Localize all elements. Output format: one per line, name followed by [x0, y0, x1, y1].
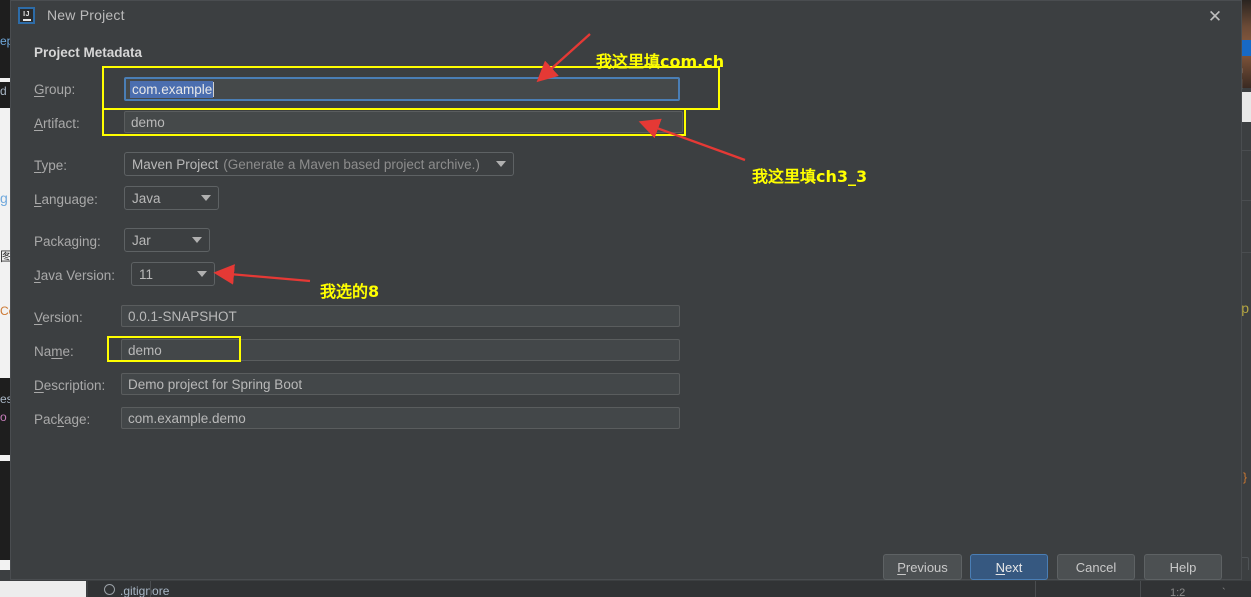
chevron-down-icon	[201, 195, 211, 201]
language-dropdown-value: Java	[132, 190, 161, 206]
next-button-label: ext	[1005, 559, 1023, 575]
packaging-label-pre: Packa	[34, 234, 72, 249]
artifact-input[interactable]: demo	[124, 111, 683, 133]
background-bottom-dark	[88, 581, 1251, 597]
package-label: Package:	[34, 412, 90, 427]
type-dropdown[interactable]: Maven Project (Generate a Maven based pr…	[124, 152, 514, 176]
java-version-dropdown-value: 11	[139, 266, 154, 282]
group-input[interactable]: com.example	[124, 77, 680, 101]
text-caret	[213, 81, 215, 97]
name-input-value: demo	[128, 342, 162, 358]
cancel-button[interactable]: Cancel	[1057, 554, 1135, 580]
description-label-post: escription:	[43, 378, 106, 393]
background-bottom-white	[0, 581, 86, 597]
group-label-post: roup:	[44, 82, 76, 97]
help-button[interactable]: Help	[1144, 554, 1222, 580]
description-input[interactable]: Demo project for Spring Boot	[121, 373, 680, 395]
annotation-note-artifact: 我这里填ch3_3	[752, 167, 868, 186]
package-label-post: age:	[64, 412, 91, 427]
name-label: Name:	[34, 344, 74, 359]
type-dropdown-hint: (Generate a Maven based project archive.…	[223, 156, 480, 172]
group-label-mnemonic: G	[34, 82, 45, 97]
background-bottom-sep-3	[1140, 581, 1141, 597]
package-label-mnemonic: k	[57, 412, 65, 427]
section-title: Project Metadata	[34, 45, 143, 60]
artifact-input-value: demo	[131, 114, 165, 130]
background-left-panel-1	[0, 78, 10, 82]
background-bottom-sep-1	[150, 581, 151, 597]
gitignore-icon	[104, 584, 115, 595]
chevron-down-icon	[192, 237, 202, 243]
background-left-panel-2	[0, 108, 10, 378]
background-bottom-sep-2	[1035, 581, 1036, 597]
name-label-post: e:	[62, 344, 74, 359]
version-input[interactable]: 0.0.1-SNAPSHOT	[121, 305, 680, 327]
close-icon[interactable]: ✕	[1195, 1, 1235, 31]
package-label-pre: Pac	[34, 412, 58, 427]
java-version-label-post: ava Version:	[40, 268, 116, 283]
artifact-label: Artifact:	[34, 116, 80, 131]
annotation-note-group: 我这里填com.ch	[596, 52, 725, 71]
package-input[interactable]: com.example.demo	[121, 407, 680, 429]
packaging-label-post: ing:	[79, 234, 101, 249]
java-version-label: Java Version:	[34, 268, 115, 283]
type-label-post: ype:	[41, 158, 68, 173]
background-bottom-number-1: `	[1222, 587, 1226, 597]
chevron-down-icon	[197, 271, 207, 277]
type-label-mnemonic: T	[34, 158, 42, 173]
screen-root: ep d g 图 Co es o 品图 p } .gitignore 1:2 `…	[0, 0, 1251, 597]
intellij-idea-icon: IJ	[18, 7, 35, 24]
artifact-label-post: rtifact:	[43, 116, 80, 131]
previous-button-mnemonic: P	[897, 559, 906, 575]
name-input[interactable]: demo	[121, 339, 680, 361]
packaging-label-mnemonic: g	[71, 234, 80, 249]
next-button-mnemonic: N	[995, 559, 1006, 575]
dialog-titlebar: IJ New Project ✕	[11, 1, 1241, 31]
packaging-label: Packaging:	[34, 234, 101, 249]
name-label-mnemonic: m	[51, 344, 63, 359]
description-label-mnemonic: D	[34, 378, 44, 393]
language-label-mnemonic: L	[34, 192, 42, 207]
help-button-label: Help	[1169, 559, 1197, 575]
description-label: Description:	[34, 378, 105, 393]
package-input-value: com.example.demo	[128, 410, 246, 426]
java-version-label-mnemonic: J	[34, 268, 41, 283]
intellij-idea-icon-bar	[22, 18, 31, 21]
background-gitignore-label: .gitignore	[120, 584, 170, 597]
name-label-pre: Na	[34, 344, 52, 359]
version-label-post: ersion:	[42, 310, 83, 325]
packaging-dropdown[interactable]: Jar	[124, 228, 210, 252]
background-right-yellow-text: p	[1241, 300, 1249, 316]
type-dropdown-value: Maven Project	[132, 156, 219, 172]
language-label: Language:	[34, 192, 98, 207]
description-input-value: Demo project for Spring Boot	[128, 376, 303, 392]
background-right-orange-text: }	[1242, 470, 1247, 484]
java-version-dropdown[interactable]: 11	[131, 262, 215, 286]
background-bottom-number-0: 1:2	[1170, 587, 1186, 597]
language-dropdown[interactable]: Java	[124, 186, 219, 210]
group-label: Group:	[34, 82, 75, 97]
chevron-down-icon	[496, 161, 506, 167]
new-project-dialog: IJ New Project ✕ Project Metadata Group:…	[10, 0, 1242, 580]
intellij-idea-icon-text: IJ	[23, 10, 30, 18]
annotation-note-java-version: 我选的8	[320, 282, 380, 301]
dialog-title: New Project	[47, 7, 125, 23]
version-label: Version:	[34, 310, 83, 325]
artifact-label-mnemonic: A	[34, 116, 44, 131]
cancel-button-label: Cancel	[1075, 559, 1117, 575]
packaging-dropdown-value: Jar	[132, 232, 151, 248]
type-label: Type:	[34, 158, 67, 173]
language-label-post: anguage:	[41, 192, 98, 207]
previous-button[interactable]: Previous	[883, 554, 962, 580]
background-left-panel-3	[0, 455, 10, 461]
next-button[interactable]: Next	[970, 554, 1048, 580]
group-input-value: com.example	[130, 80, 214, 98]
version-input-value: 0.0.1-SNAPSHOT	[128, 308, 237, 324]
previous-button-label: revious	[905, 559, 948, 575]
